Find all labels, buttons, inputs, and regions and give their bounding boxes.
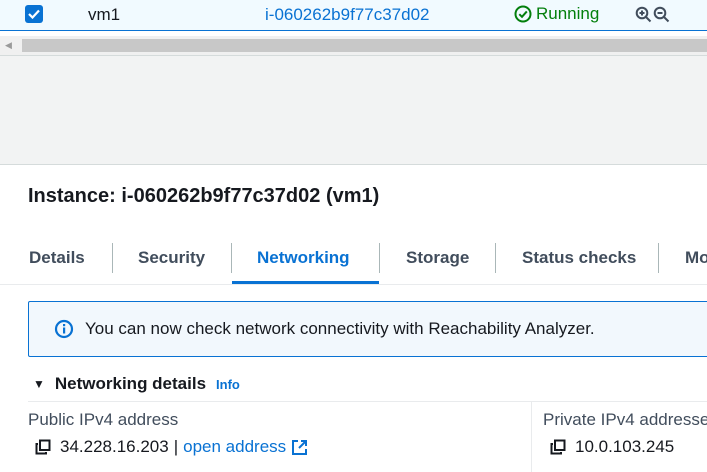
- state-label: Running: [536, 4, 600, 23]
- tab-storage[interactable]: Storage: [406, 248, 469, 268]
- open-address-link[interactable]: open address: [183, 437, 286, 457]
- external-link-icon[interactable]: [291, 439, 308, 456]
- banner-message: You can now check network connectivity w…: [85, 319, 595, 338]
- section-divider: [28, 401, 707, 402]
- info-link[interactable]: Info: [216, 377, 240, 392]
- networking-details-header[interactable]: ▼ Networking details Info: [33, 374, 240, 394]
- tab-divider: [112, 243, 113, 273]
- tab-divider: [658, 243, 659, 273]
- tab-networking[interactable]: Networking: [257, 248, 350, 268]
- checkbox-checked-icon[interactable]: [25, 5, 43, 23]
- status-check-icon: [514, 5, 532, 23]
- table-empty-area: [0, 55, 707, 165]
- copy-icon[interactable]: [35, 439, 51, 455]
- public-ipv4-label: Public IPv4 address: [28, 410, 179, 429]
- tabs-divider: [0, 284, 707, 285]
- section-title: Networking details: [54, 374, 207, 393]
- public-ipv4-value: 34.228.16.203 | open address: [35, 437, 308, 457]
- instance-name: vm1: [88, 5, 121, 24]
- separator: |: [173, 437, 179, 456]
- private-ipv4-label: Private IPv4 addresse: [543, 410, 707, 429]
- page-title: Instance: i-060262b9f77c37d02 (vm1): [28, 185, 380, 207]
- instance-table-row[interactable]: vm1 i-060262b9f77c37d02 Running: [0, 0, 707, 31]
- details-tabs: Details Security Networking Storage Stat…: [0, 238, 707, 284]
- private-ip-text: 10.0.103.245: [575, 437, 675, 456]
- private-ipv4-value: 10.0.103.245: [550, 437, 674, 457]
- scroll-left-icon[interactable]: ◀: [5, 40, 12, 51]
- info-circle-icon: [54, 319, 74, 339]
- copy-icon[interactable]: [550, 439, 566, 455]
- tab-divider: [231, 243, 232, 273]
- tab-security[interactable]: Security: [138, 248, 205, 268]
- tab-divider: [495, 243, 496, 273]
- column-divider: [531, 401, 532, 472]
- caret-down-icon[interactable]: ▼: [33, 377, 45, 391]
- instance-id-link[interactable]: i-060262b9f77c37d02: [265, 5, 429, 25]
- horizontal-scrollbar[interactable]: ◀: [0, 36, 707, 55]
- zoom-out-icon[interactable]: [653, 6, 670, 23]
- zoom-in-icon[interactable]: [635, 6, 652, 23]
- tab-details[interactable]: Details: [29, 248, 85, 268]
- info-banner: You can now check network connectivity w…: [28, 301, 707, 357]
- instance-state: Running: [514, 4, 599, 24]
- tab-status-checks[interactable]: Status checks: [522, 248, 636, 268]
- scrollbar-thumb[interactable]: [22, 39, 707, 52]
- zoom-controls: [635, 6, 670, 23]
- tab-monitoring[interactable]: Mo: [685, 248, 707, 268]
- tab-divider: [379, 243, 380, 273]
- public-ip-text: 34.228.16.203: [60, 437, 169, 456]
